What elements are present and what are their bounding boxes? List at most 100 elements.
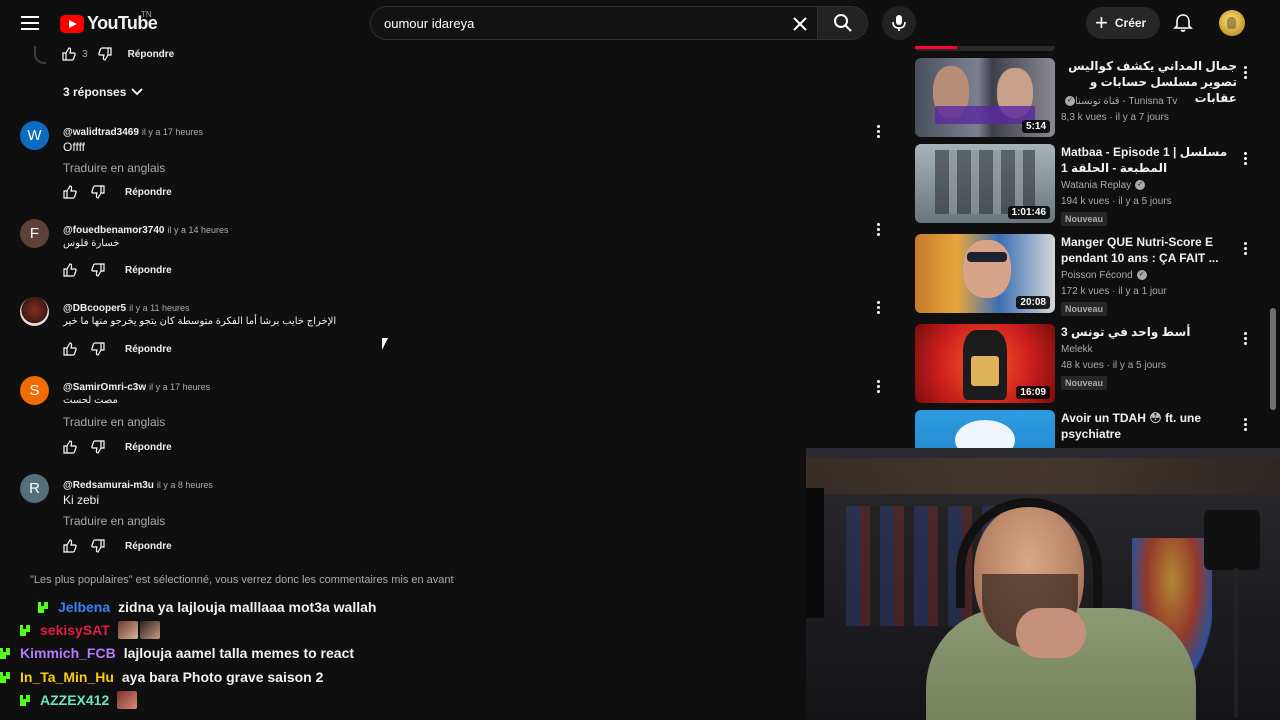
kick-badge-icon (20, 624, 30, 636)
video-thumbnail[interactable] (915, 410, 1055, 448)
comment-actions: Répondre (63, 538, 172, 554)
comment-author[interactable]: @fouedbenamor3740 (63, 225, 164, 236)
chat-text: lajlouja aamel talla memes to react (123, 645, 355, 661)
translate-link[interactable]: Traduire en anglais (63, 415, 165, 429)
video-duration: 16:09 (1016, 386, 1050, 399)
translate-link[interactable]: Traduire en anglais (63, 161, 165, 175)
comment-time[interactable]: il y a 17 heures (149, 382, 210, 392)
video-meta: 194 k vues · il y a 5 jours (1061, 196, 1172, 207)
voice-search-button[interactable] (882, 6, 916, 40)
thumbs-down-icon[interactable] (91, 539, 105, 553)
more-options-icon[interactable] (1240, 416, 1250, 432)
thumbs-up-icon[interactable] (62, 47, 76, 61)
more-options-icon[interactable] (1240, 330, 1250, 346)
video-channel[interactable]: ✓ قناة تونسنا - Tunisna Tv (1061, 96, 1177, 107)
hamburger-menu-icon[interactable] (18, 12, 42, 34)
reply-button[interactable]: Répondre (128, 49, 175, 60)
avatar[interactable]: W (20, 121, 49, 150)
reply-button[interactable]: Répondre (125, 265, 172, 276)
comment-author[interactable]: @Redsamurai-m3u (63, 480, 154, 491)
streamer-webcam (806, 448, 1280, 720)
translate-link[interactable]: Traduire en anglais (63, 514, 165, 528)
video-channel[interactable]: Watania Replay ✓ (1061, 180, 1146, 191)
comment-time[interactable]: il y a 8 heures (157, 480, 213, 490)
avatar[interactable]: S (20, 376, 49, 405)
video-thumbnail[interactable]: 16:09 (915, 324, 1055, 403)
video-channel[interactable]: Melekk (1061, 344, 1093, 355)
thumbs-up-icon[interactable] (63, 185, 77, 199)
thumbs-up-icon[interactable] (63, 440, 77, 454)
comment-text: خسارة فلوس (63, 238, 120, 249)
thumbnail-caption (935, 106, 1035, 124)
comment-time[interactable]: il y a 11 heures (129, 303, 189, 313)
thumbnail-figures (935, 150, 1035, 214)
sidebar-scrollbar[interactable] (1270, 308, 1276, 410)
comment-author[interactable]: @walidtrad3469 (63, 127, 139, 138)
comment-actions: Répondre (63, 184, 172, 200)
chevron-down-icon (131, 88, 144, 96)
brain-illustration (955, 420, 1015, 448)
notifications-bell-icon[interactable] (1172, 12, 1194, 34)
video-duration: 5:14 (1021, 120, 1050, 133)
video-title[interactable]: Matbaa - Episode 1 | مسلسل المطبعة - الح… (1061, 144, 1237, 176)
related-video[interactable]: Avoir un TDAH 😳 ft. une psychiatre (915, 410, 1260, 448)
reply-button[interactable]: Répondre (125, 344, 172, 355)
comment-actions: Répondre (63, 262, 172, 278)
reply-button[interactable]: Répondre (125, 541, 172, 552)
reply-button[interactable]: Répondre (125, 442, 172, 453)
avatar[interactable]: R (20, 474, 49, 503)
top-bar: YouTube TN oumour idareya + Créer (0, 0, 1280, 46)
related-video[interactable]: 20:08 Manger QUE Nutri-Score E pendant 1… (915, 234, 1260, 316)
video-thumbnail[interactable]: 20:08 (915, 234, 1055, 313)
search-button[interactable] (818, 6, 868, 40)
comment-time[interactable]: il y a 14 heures (167, 225, 228, 235)
reply-button[interactable]: Répondre (125, 187, 172, 198)
search-input[interactable]: oumour idareya (370, 6, 818, 40)
like-count: 3 (82, 48, 88, 60)
thumbs-up-icon[interactable] (63, 342, 77, 356)
more-options-icon[interactable] (1240, 240, 1250, 256)
related-video[interactable]: 16:09 أسط واحد في تونس 3 Melekk 48 k vue… (915, 324, 1260, 404)
video-thumbnail[interactable]: 1:01:46 (915, 144, 1055, 223)
kick-badge-icon (38, 601, 48, 613)
video-thumbnail[interactable]: 5:14 (915, 58, 1055, 137)
comment-author[interactable]: @SamirOmri-c3w (63, 382, 146, 393)
progress-bar (915, 46, 1055, 51)
avatar[interactable]: F (20, 219, 49, 248)
more-options-icon[interactable] (872, 298, 884, 316)
video-title[interactable]: أسط واحد في تونس 3 (1061, 324, 1237, 340)
more-options-icon[interactable] (872, 220, 884, 238)
thumbs-down-icon[interactable] (97, 47, 112, 61)
youtube-play-icon (60, 14, 84, 33)
thumbs-down-icon[interactable] (91, 440, 105, 454)
more-options-icon[interactable] (1240, 150, 1250, 166)
avatar[interactable] (20, 297, 49, 326)
more-options-icon[interactable] (872, 377, 884, 395)
clear-search-icon[interactable] (789, 13, 811, 35)
streamer-hand (1016, 608, 1086, 658)
related-video[interactable]: 1:01:46 Matbaa - Episode 1 | مسلسل المطب… (915, 144, 1260, 226)
create-button[interactable]: + Créer (1086, 7, 1160, 39)
comment-time[interactable]: il y a 17 heures (142, 127, 203, 137)
thumbs-up-icon[interactable] (63, 539, 77, 553)
video-title[interactable]: Avoir un TDAH 😳 ft. une psychiatre (1061, 410, 1237, 442)
top-reply-actions: 3 Répondre (62, 44, 174, 64)
thumbs-down-icon[interactable] (91, 342, 105, 356)
camera-light (1204, 510, 1260, 570)
thumbs-down-icon[interactable] (91, 185, 105, 199)
more-options-icon[interactable] (1240, 64, 1250, 80)
comment-text: الإخراج خايب برشا أما الفكرة متوسطة كان … (63, 316, 337, 327)
search-query[interactable]: oumour idareya (384, 16, 474, 31)
more-options-icon[interactable] (872, 122, 884, 140)
chat-username: Jelbena (58, 599, 111, 615)
chat-message: In_Ta_Min_Hu aya bara Photo grave saison… (0, 666, 323, 688)
account-avatar[interactable] (1219, 10, 1245, 36)
related-video[interactable]: 5:14 جمال المداني يكشف كواليس تصوير مسلس… (915, 58, 1260, 138)
replies-toggle[interactable]: 3 réponses (63, 84, 148, 100)
plus-icon: + (1095, 10, 1108, 35)
thumbs-up-icon[interactable] (63, 263, 77, 277)
video-title[interactable]: Manger QUE Nutri-Score E pendant 10 ans … (1061, 234, 1237, 266)
comment-author[interactable]: @DBcooper5 (63, 303, 126, 314)
video-channel[interactable]: Poisson Fécond ✓ (1061, 270, 1147, 281)
thumbs-down-icon[interactable] (91, 263, 105, 277)
